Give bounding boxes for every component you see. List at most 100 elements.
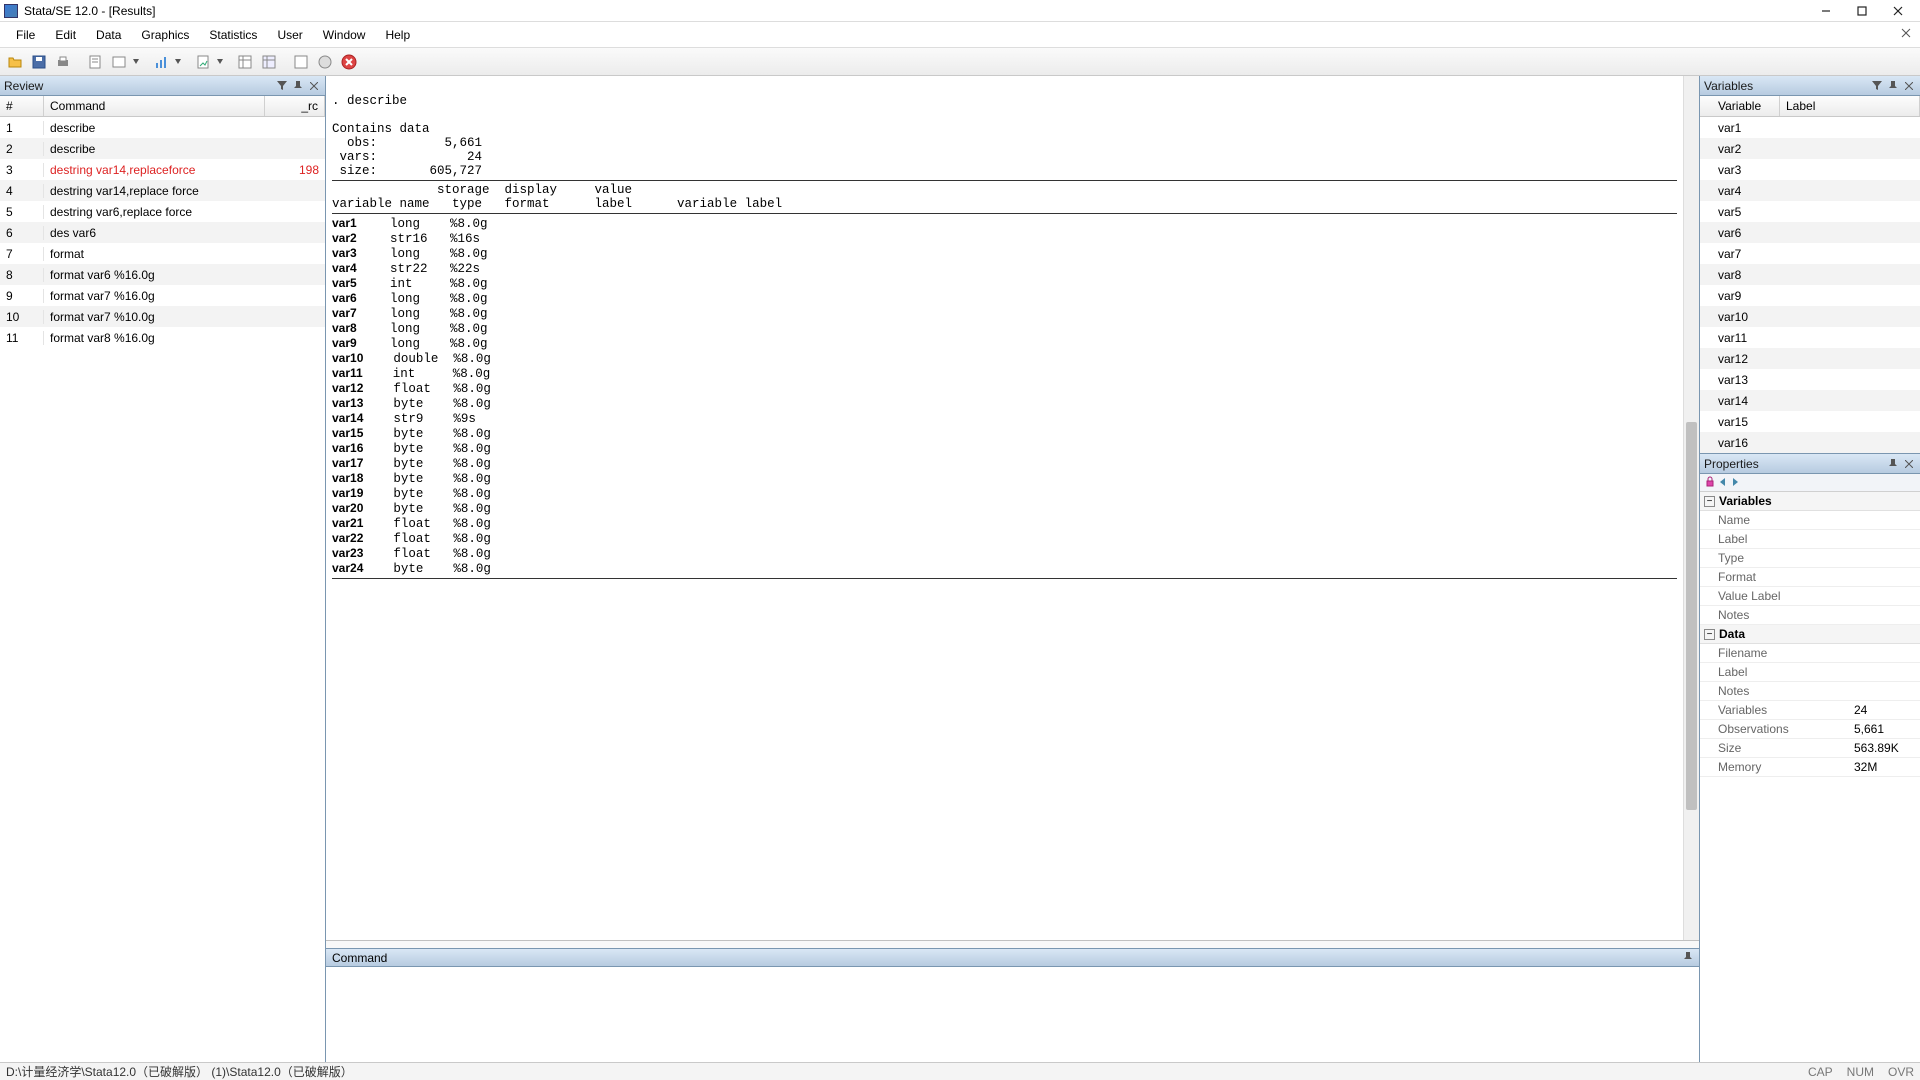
properties-grid: −VariablesNameLabelTypeFormatValue Label… [1700,492,1920,1062]
prop-row[interactable]: Name [1700,511,1920,530]
review-rows: 1describe2describe3destring var14,replac… [0,117,325,1062]
menu-data[interactable]: Data [86,24,131,46]
review-row[interactable]: 8format var6 %16.0g [0,264,325,285]
results-output[interactable]: . describe Contains data obs: 5,661 vars… [326,76,1683,940]
menu-file[interactable]: File [6,24,45,46]
dropdown-icon[interactable] [174,51,182,73]
variable-row[interactable]: var1 [1700,117,1920,138]
properties-toolbar [1700,474,1920,492]
variable-row[interactable]: var11 [1700,327,1920,348]
mdi-close-icon[interactable] [1900,27,1916,43]
col-variable[interactable]: Variable [1700,96,1780,116]
menu-user[interactable]: User [267,24,312,46]
col-label[interactable]: Label [1780,96,1920,116]
minimize-button[interactable] [1808,0,1844,22]
variable-row[interactable]: var16 [1700,432,1920,453]
variable-row[interactable]: var9 [1700,285,1920,306]
maximize-button[interactable] [1844,0,1880,22]
variable-row[interactable]: var7 [1700,243,1920,264]
col-rc[interactable]: _rc [265,96,325,116]
variable-row[interactable]: var12 [1700,348,1920,369]
splitter[interactable] [326,940,1699,948]
prop-row[interactable]: Label [1700,530,1920,549]
close-icon[interactable] [1902,79,1916,93]
prop-row[interactable]: Label [1700,663,1920,682]
variables-manager-button[interactable] [290,51,312,73]
menu-graphics[interactable]: Graphics [131,24,199,46]
review-row[interactable]: 1describe [0,117,325,138]
col-command[interactable]: Command [44,96,265,116]
pin-icon[interactable] [1886,457,1900,471]
row-num: 5 [0,205,44,219]
variable-row[interactable]: var8 [1700,264,1920,285]
break-button[interactable] [338,51,360,73]
menu-statistics[interactable]: Statistics [199,24,267,46]
viewer-button[interactable] [108,51,130,73]
variable-row[interactable]: var13 [1700,369,1920,390]
variable-row[interactable]: var5 [1700,201,1920,222]
prop-row[interactable]: Memory32M [1700,758,1920,777]
dofile-button[interactable] [192,51,214,73]
variable-row[interactable]: var4 [1700,180,1920,201]
row-num: 6 [0,226,44,240]
log-button[interactable] [84,51,106,73]
close-icon[interactable] [1902,457,1916,471]
pin-icon[interactable] [291,79,305,93]
variable-row[interactable]: var14 [1700,390,1920,411]
command-input[interactable] [326,967,1699,1059]
review-row[interactable]: 5destring var6,replace force [0,201,325,222]
review-row[interactable]: 7format [0,243,325,264]
lock-icon[interactable] [1704,475,1716,490]
review-row[interactable]: 3destring var14,replaceforce198 [0,159,325,180]
prop-row[interactable]: Observations5,661 [1700,720,1920,739]
print-button[interactable] [52,51,74,73]
prop-row[interactable]: Notes [1700,682,1920,701]
status-ovr: OVR [1888,1065,1914,1079]
prop-row[interactable]: Variables24 [1700,701,1920,720]
data-browser-button[interactable] [258,51,280,73]
prop-row[interactable]: Format [1700,568,1920,587]
prev-icon[interactable] [1718,476,1728,490]
save-button[interactable] [28,51,50,73]
prop-row[interactable]: Value Label [1700,587,1920,606]
menu-window[interactable]: Window [313,24,376,46]
prop-row[interactable]: Size563.89K [1700,739,1920,758]
review-row[interactable]: 6des var6 [0,222,325,243]
prop-row[interactable]: Filename [1700,644,1920,663]
open-button[interactable] [4,51,26,73]
review-row[interactable]: 11format var8 %16.0g [0,327,325,348]
variable-row[interactable]: var10 [1700,306,1920,327]
menu-edit[interactable]: Edit [45,24,86,46]
row-rc: 198 [265,163,325,177]
dropdown-icon[interactable] [216,51,224,73]
review-row[interactable]: 2describe [0,138,325,159]
row-num: 2 [0,142,44,156]
col-num[interactable]: # [0,96,44,116]
prop-group-data[interactable]: −Data [1700,625,1920,644]
close-button[interactable] [1880,0,1916,22]
clear-button[interactable] [314,51,336,73]
close-icon[interactable] [307,79,321,93]
review-row[interactable]: 10format var7 %10.0g [0,306,325,327]
variable-row[interactable]: var6 [1700,222,1920,243]
variable-row[interactable]: var3 [1700,159,1920,180]
menubar: File Edit Data Graphics Statistics User … [0,22,1920,48]
variable-row[interactable]: var2 [1700,138,1920,159]
filter-icon[interactable] [275,79,289,93]
pin-icon[interactable] [1683,951,1693,965]
next-icon[interactable] [1730,476,1740,490]
review-row[interactable]: 4destring var14,replace force [0,180,325,201]
data-editor-button[interactable] [234,51,256,73]
review-title: Review [4,79,273,93]
graph-button[interactable] [150,51,172,73]
filter-icon[interactable] [1870,79,1884,93]
results-scrollbar[interactable] [1683,76,1699,940]
pin-icon[interactable] [1886,79,1900,93]
prop-group-variables[interactable]: −Variables [1700,492,1920,511]
prop-row[interactable]: Notes [1700,606,1920,625]
dropdown-icon[interactable] [132,51,140,73]
menu-help[interactable]: Help [375,24,420,46]
variable-row[interactable]: var15 [1700,411,1920,432]
prop-row[interactable]: Type [1700,549,1920,568]
review-row[interactable]: 9format var7 %16.0g [0,285,325,306]
